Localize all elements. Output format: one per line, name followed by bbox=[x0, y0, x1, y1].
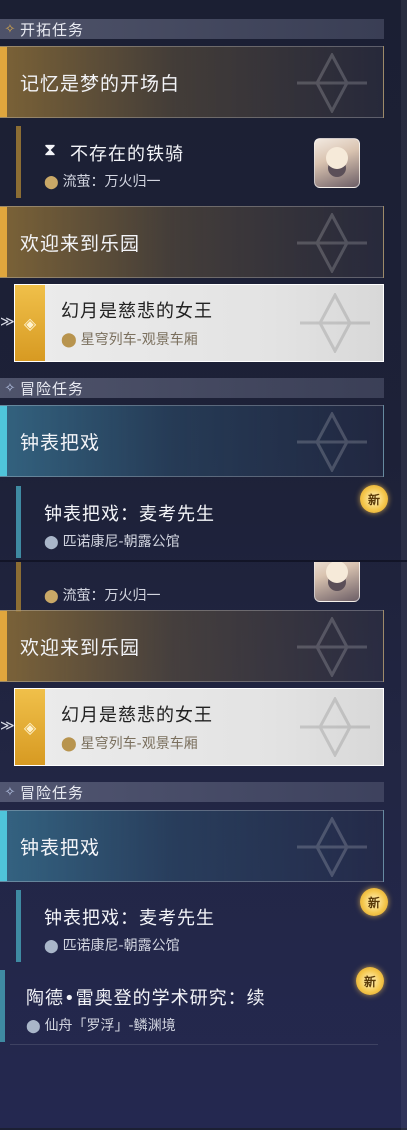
chapter-emblem-watermark bbox=[297, 53, 367, 113]
quest-location: 匹诺康尼-朝露公馆 bbox=[62, 938, 180, 954]
hourglass-icon: ⧗ bbox=[44, 140, 56, 160]
new-badge-icon: 新 bbox=[360, 485, 388, 513]
quest-emblem-watermark bbox=[300, 697, 370, 757]
quest-title: 钟表把戏：麦考先生 bbox=[44, 908, 215, 929]
quest-location: 仙舟「罗浮」-鳞渊境 bbox=[44, 1018, 176, 1034]
adventure-section-header: ✧ 冒险任务 bbox=[0, 782, 384, 802]
active-quest-diamond-icon: ◈ bbox=[15, 689, 45, 765]
quest-location: 星穹列车-观景车厢 bbox=[80, 332, 198, 348]
active-quest-diamond-icon: ◈ bbox=[15, 285, 45, 361]
list-divider bbox=[10, 1044, 378, 1045]
chapter-accent-bar bbox=[0, 47, 7, 117]
quest-panel-top: ✧ 开拓任务 记忆是梦的开场白 ⧗ 不存在的铁骑 ⬤ 流萤：万火归一 欢迎来到乐园… bbox=[0, 0, 407, 560]
trailblaze-emblem-icon: ✧ bbox=[4, 21, 16, 37]
quest-title: 幻月是慈悲的女王 bbox=[61, 301, 213, 322]
quest-title: 幻月是慈悲的女王 bbox=[61, 705, 213, 726]
section-title: 冒险任务 bbox=[20, 783, 85, 802]
quest-accent-bar bbox=[16, 562, 21, 612]
quest-accent-bar bbox=[16, 486, 21, 558]
section-title: 冒险任务 bbox=[20, 379, 85, 398]
new-badge-icon: 新 bbox=[360, 888, 388, 916]
character-avatar bbox=[314, 562, 360, 602]
quest-emblem-watermark bbox=[300, 293, 370, 353]
character-avatar bbox=[314, 138, 360, 188]
quest-illusion-active[interactable]: ◈ 幻月是慈悲的女王 ⬤ 星穹列车-观景车厢 bbox=[14, 688, 384, 766]
adventure-emblem-icon: ✧ bbox=[4, 784, 16, 800]
chapter-accent-bar bbox=[0, 406, 7, 476]
chapter-emblem-watermark bbox=[297, 412, 367, 472]
chapter-emblem-watermark bbox=[297, 817, 367, 877]
quest-iron-knight-partial[interactable]: ⬤ 流萤：万火归一 bbox=[16, 562, 384, 612]
chapter-paradise[interactable]: 欢迎来到乐园 bbox=[0, 206, 384, 278]
quest-mcgoe[interactable]: 钟表把戏：麦考先生 ⬤ 匹诺康尼-朝露公馆 bbox=[16, 890, 384, 962]
chapter-accent-bar bbox=[0, 811, 7, 881]
location-pin-icon: ⬤ bbox=[61, 736, 77, 752]
location-pin-icon: ⬤ bbox=[44, 589, 59, 604]
chapter-label: 钟表把戏 bbox=[20, 431, 101, 454]
chapter-emblem-watermark bbox=[297, 213, 367, 273]
quest-mcgoe[interactable]: 钟表把戏：麦考先生 ⬤ 匹诺康尼-朝露公馆 bbox=[16, 486, 384, 558]
quest-idrila[interactable]: 陶德•雷奥登的学术研究：续 ⬤ 仙舟「罗浮」-鳞渊境 bbox=[0, 970, 384, 1042]
quest-illusion-active[interactable]: ◈ 幻月是慈悲的女王 ⬤ 星穹列车-观景车厢 bbox=[14, 284, 384, 362]
chapter-label: 欢迎来到乐园 bbox=[20, 636, 141, 659]
adventure-section-header: ✧ 冒险任务 bbox=[0, 378, 384, 398]
quest-panel-bottom: ⬤ 流萤：万火归一 欢迎来到乐园 ≫ ◈ 幻月是慈悲的女王 ⬤ 星穹列车-观景车厢 … bbox=[0, 560, 407, 1130]
location-pin-icon: ⬤ bbox=[44, 175, 59, 190]
chapter-accent-bar bbox=[0, 207, 7, 277]
location-pin-icon: ⬤ bbox=[44, 939, 59, 954]
quest-location: 流萤：万火归一 bbox=[62, 174, 161, 190]
quest-title: 不存在的铁骑 bbox=[70, 144, 184, 165]
trailblaze-section-header: ✧ 开拓任务 bbox=[0, 19, 384, 39]
chapter-label: 钟表把戏 bbox=[20, 836, 101, 859]
chapter-label: 欢迎来到乐园 bbox=[20, 232, 141, 255]
quest-iron-knight[interactable]: ⧗ 不存在的铁骑 ⬤ 流萤：万火归一 bbox=[16, 126, 384, 198]
chapter-accent-bar bbox=[0, 611, 7, 681]
section-title: 开拓任务 bbox=[20, 20, 85, 39]
quest-accent-bar bbox=[0, 970, 5, 1042]
chapter-clock[interactable]: 钟表把戏 bbox=[0, 810, 384, 882]
selected-indicator-icon: ≫ bbox=[0, 314, 15, 330]
new-badge-icon: 新 bbox=[356, 967, 384, 995]
chapter-emblem-watermark bbox=[297, 617, 367, 677]
quest-accent-bar bbox=[16, 126, 21, 198]
location-pin-icon: ⬤ bbox=[26, 1019, 41, 1034]
quest-location: 匹诺康尼-朝露公馆 bbox=[62, 534, 180, 550]
chapter-clock[interactable]: 钟表把戏 bbox=[0, 405, 384, 477]
chapter-label: 记忆是梦的开场白 bbox=[20, 72, 181, 95]
quest-location: 流萤：万火归一 bbox=[62, 588, 161, 604]
location-pin-icon: ⬤ bbox=[61, 332, 77, 348]
chapter-memory[interactable]: 记忆是梦的开场白 bbox=[0, 46, 384, 118]
chapter-paradise[interactable]: 欢迎来到乐园 bbox=[0, 610, 384, 682]
quest-title: 陶德•雷奥登的学术研究：续 bbox=[26, 988, 266, 1009]
quest-accent-bar bbox=[16, 890, 21, 962]
quest-title: 钟表把戏：麦考先生 bbox=[44, 504, 215, 525]
adventure-emblem-icon: ✧ bbox=[4, 380, 16, 396]
selected-indicator-icon: ≫ bbox=[0, 718, 15, 734]
quest-location: 星穹列车-观景车厢 bbox=[80, 736, 198, 752]
location-pin-icon: ⬤ bbox=[44, 535, 59, 550]
